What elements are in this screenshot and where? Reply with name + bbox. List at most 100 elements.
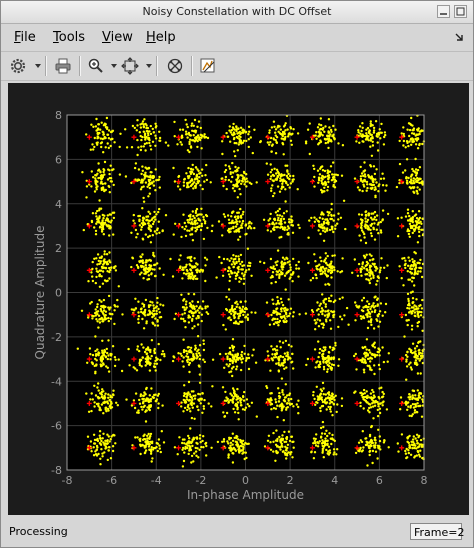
received-point — [167, 144, 170, 147]
received-point — [374, 188, 377, 191]
received-point — [247, 138, 250, 141]
received-point — [412, 132, 416, 135]
received-point — [102, 304, 105, 308]
received-point — [416, 261, 419, 265]
settings-dropdown-arrow[interactable] — [35, 64, 41, 68]
received-point — [92, 176, 95, 179]
received-point — [158, 311, 161, 314]
received-point — [242, 445, 245, 449]
received-point — [222, 213, 226, 216]
received-point — [336, 173, 339, 177]
received-point — [239, 135, 242, 139]
received-point — [402, 139, 406, 143]
received-point — [97, 452, 100, 456]
fit-dropdown-arrow[interactable] — [146, 64, 152, 68]
received-point — [276, 209, 280, 213]
received-point — [141, 165, 144, 168]
dock-arrow-button[interactable] — [454, 31, 466, 46]
received-point — [277, 312, 281, 315]
received-point — [318, 223, 321, 226]
menu-tools[interactable]: Tools — [53, 30, 85, 45]
received-point — [376, 141, 379, 144]
fit-to-view-button[interactable] — [119, 55, 141, 77]
received-point — [99, 408, 102, 412]
received-point — [97, 382, 100, 385]
received-point — [145, 218, 149, 221]
received-point — [338, 297, 341, 301]
received-point — [324, 303, 327, 306]
zoom-dropdown-arrow[interactable] — [111, 64, 117, 68]
received-point — [202, 358, 205, 361]
received-point — [137, 321, 140, 324]
received-point — [94, 354, 98, 357]
received-point — [154, 399, 157, 403]
received-point — [406, 264, 410, 267]
received-point — [251, 151, 254, 155]
received-point — [321, 444, 324, 448]
received-point — [383, 131, 387, 134]
received-point — [151, 448, 155, 451]
received-point — [228, 446, 231, 450]
received-point — [328, 228, 332, 232]
zoom-button[interactable] — [85, 55, 107, 77]
settings-button[interactable] — [7, 55, 29, 77]
received-point — [150, 272, 153, 275]
menu-help[interactable]: Help — [146, 30, 176, 45]
received-point — [179, 128, 182, 131]
edit-plot-button[interactable] — [197, 55, 219, 77]
received-point — [224, 168, 228, 172]
received-point — [411, 231, 414, 235]
received-point — [101, 455, 104, 458]
received-point — [237, 166, 240, 170]
received-point — [353, 258, 356, 261]
received-point — [234, 165, 237, 169]
received-point — [322, 387, 325, 390]
received-point — [95, 141, 98, 145]
received-point — [321, 224, 324, 227]
received-point — [102, 362, 105, 365]
received-point — [284, 339, 288, 343]
received-point — [269, 441, 272, 444]
received-point — [368, 441, 371, 444]
received-point — [277, 324, 280, 327]
received-point — [218, 352, 222, 356]
received-point — [281, 130, 285, 134]
received-point — [100, 403, 104, 406]
received-point — [149, 350, 152, 354]
received-point — [282, 393, 285, 396]
received-point — [185, 268, 188, 272]
received-point — [227, 442, 230, 445]
received-point — [357, 129, 360, 132]
received-point — [173, 446, 177, 449]
received-point — [275, 140, 278, 144]
menu-file[interactable]: File — [14, 30, 36, 45]
received-point — [201, 174, 204, 177]
received-point — [192, 402, 196, 405]
constellation-button[interactable] — [164, 55, 186, 77]
received-point — [192, 304, 195, 307]
minimize-button[interactable] — [437, 5, 450, 18]
received-point — [318, 319, 322, 322]
received-point — [274, 401, 278, 404]
received-point — [376, 400, 379, 404]
received-point — [241, 408, 245, 411]
received-point — [411, 218, 414, 221]
received-point — [297, 405, 300, 409]
received-point — [369, 232, 373, 235]
received-point — [191, 265, 194, 268]
received-point — [102, 151, 105, 154]
menu-view[interactable]: View — [102, 30, 133, 45]
received-point — [287, 269, 290, 273]
received-point — [164, 214, 168, 217]
received-point — [408, 222, 412, 226]
received-point — [376, 314, 379, 317]
received-point — [373, 353, 377, 357]
received-point — [328, 362, 331, 365]
received-point — [416, 186, 419, 189]
received-point — [377, 351, 380, 354]
maximize-button[interactable] — [454, 5, 467, 18]
print-button[interactable] — [52, 55, 74, 77]
received-point — [319, 406, 322, 410]
received-point — [373, 364, 376, 367]
received-point — [91, 317, 94, 320]
